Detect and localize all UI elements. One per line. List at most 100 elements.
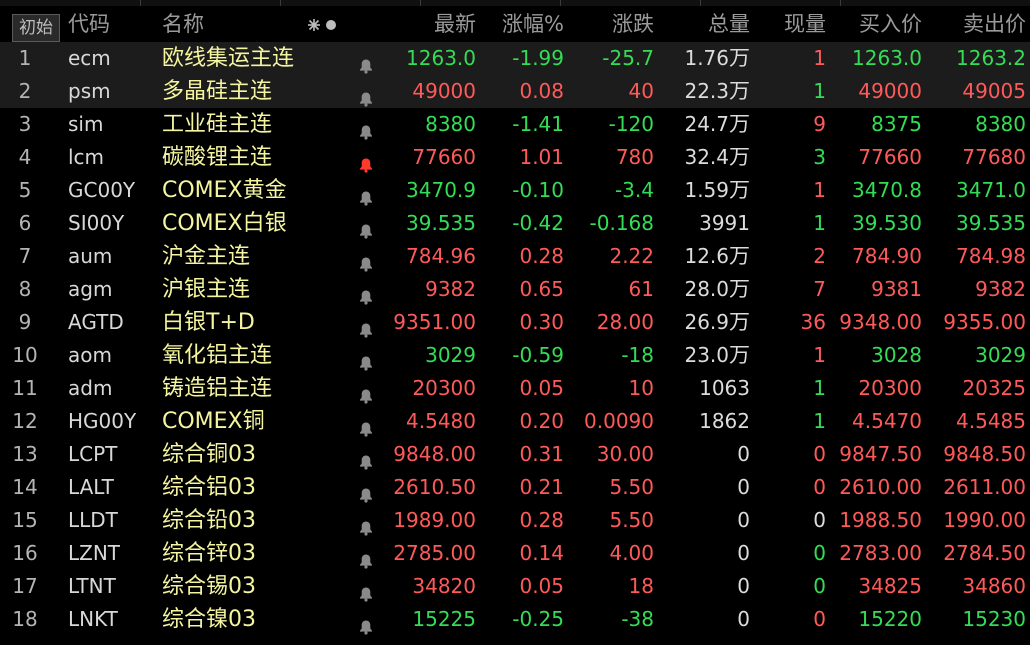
table-row[interactable]: 9 AGTD 白银T+D 9351.00 0.30 28.00 26.9万 36 9348.00… [0,306,1030,339]
last-price: 1263.0 [406,46,476,70]
change-amount: 4.00 [609,541,654,565]
total-volume: 0 [660,570,750,603]
ask-price: 9382 [975,277,1026,301]
ask-price: 3029 [975,343,1026,367]
contract-code: GC00Y [68,178,136,202]
table-row[interactable]: 6 SI00Y COMEX白银 39.535 -0.42 -0.168 3991 1 39.53… [0,207,1030,240]
change-amount: 28.00 [596,310,654,334]
ask-price: 2611.00 [943,475,1026,499]
col-header-cur[interactable]: 现量 [760,6,826,42]
alert-bell-icon[interactable] [358,84,374,107]
contract-code: LALT [68,475,114,499]
current-volume: 0 [813,475,826,499]
last-price: 9848.00 [393,442,476,466]
total-volume: 0 [660,603,750,636]
last-price: 34820 [412,574,476,598]
change-percent: 0.31 [519,442,564,466]
alert-bell-icon[interactable] [358,546,374,569]
table-row[interactable]: 8 agm 沪银主连 9382 0.65 61 28.0万 7 9381 9382 [0,273,1030,306]
alert-bell-icon[interactable] [358,480,374,503]
table-row[interactable]: 13 LCPT 综合铜03 9848.00 0.31 30.00 0 0 9847.50 9848… [0,438,1030,471]
change-amount: 10 [628,376,654,400]
row-index: 6 [18,211,32,235]
table-row[interactable]: 4 lcm 碳酸锂主连 77660 1.01 780 32.4万 3 77660 77680 [0,141,1030,174]
change-percent: -0.10 [512,178,564,202]
row-index: 7 [18,244,32,268]
current-volume: 36 [800,310,826,334]
contract-code: ecm [68,46,111,70]
contract-name: 综合锡03 [162,574,256,599]
last-price: 9382 [425,277,476,301]
table-row[interactable]: 5 GC00Y COMEX黄金 3470.9 -0.10 -3.4 1.59万 1 3470.8… [0,174,1030,207]
col-header-chg[interactable]: 涨跌 [570,6,654,42]
col-header-ask[interactable]: 卖出价 [928,6,1026,42]
alert-bell-icon[interactable] [358,315,374,338]
row-index: 11 [12,376,38,400]
table-row[interactable]: 18 LNKT 综合镍03 15225 -0.25 -38 0 0 15220 15230 [0,603,1030,636]
contract-name: 沪金主连 [162,244,251,269]
last-price: 20300 [412,376,476,400]
row-index: 2 [18,79,32,103]
bid-price: 34825 [858,574,922,598]
table-row[interactable]: 17 LTNT 综合锡03 34820 0.05 18 0 0 34825 34860 [0,570,1030,603]
bid-price: 2610.00 [839,475,922,499]
ask-price: 49005 [962,79,1026,103]
alert-bell-icon[interactable] [358,249,374,272]
table-row[interactable]: 3 sim 工业硅主连 8380 -1.41 -120 24.7万 9 8375 8380 [0,108,1030,141]
ask-price: 20325 [962,376,1026,400]
bid-price: 3470.8 [852,178,922,202]
reset-button[interactable]: 初始 [12,14,60,42]
contract-name: 欧线集运主连 [162,46,295,71]
col-header-last[interactable]: 最新 [380,6,476,42]
alert-bell-icon[interactable] [358,612,374,635]
ask-price: 1263.2 [956,46,1026,70]
contract-name: 白银T+D [162,310,255,335]
table-row[interactable]: 15 LLDT 综合铅03 1989.00 0.28 5.50 0 0 1988.50 1990.… [0,504,1030,537]
col-header-name[interactable]: 名称 [162,6,204,42]
alert-bell-icon[interactable] [358,51,374,74]
table-row[interactable]: 11 adm 铸造铝主连 20300 0.05 10 1063 1 20300 20325 [0,372,1030,405]
col-header-code[interactable]: 代码 [68,6,110,42]
total-volume: 1.76万 [660,42,750,75]
alert-bell-icon[interactable] [358,414,374,437]
row-index: 15 [12,508,38,532]
row-index: 3 [18,112,32,136]
table-row[interactable]: 10 aom 氧化铝主连 3029 -0.59 -18 23.0万 1 3028 3029 [0,339,1030,372]
change-percent: 0.21 [519,475,564,499]
alert-bell-icon[interactable] [358,282,374,305]
alert-bell-icon[interactable] [358,447,374,470]
column-settings-icon[interactable] [306,6,346,42]
alert-bell-icon[interactable] [358,216,374,239]
alert-bell-icon[interactable] [358,579,374,602]
row-index: 12 [12,409,38,433]
change-percent: -0.42 [512,211,564,235]
table-row[interactable]: 2 psm 多晶硅主连 49000 0.08 40 22.3万 1 49000 49005 [0,75,1030,108]
total-volume: 23.0万 [660,339,750,372]
contract-code: LNKT [68,607,118,631]
alert-bell-icon[interactable] [358,117,374,140]
col-header-pct[interactable]: 涨幅% [482,6,564,42]
volume-unit: 万 [729,145,750,169]
bid-price: 3028 [871,343,922,367]
last-price: 4.5480 [406,409,476,433]
last-price: 1989.00 [393,508,476,532]
table-row[interactable]: 12 HG00Y COMEX铜 4.5480 0.20 0.0090 1862 1 4.5470… [0,405,1030,438]
bid-price: 15220 [858,607,922,631]
table-row[interactable]: 14 LALT 综合铝03 2610.50 0.21 5.50 0 0 2610.00 2611.… [0,471,1030,504]
alert-bell-icon[interactable] [358,381,374,404]
col-header-vol[interactable]: 总量 [660,6,750,42]
contract-name: 碳酸锂主连 [162,145,273,170]
alert-bell-icon[interactable] [358,348,374,371]
volume-value: 1063 [699,376,750,400]
table-row[interactable]: 16 LZNT 综合锌03 2785.00 0.14 4.00 0 0 2783.00 2784.… [0,537,1030,570]
current-volume: 0 [813,508,826,532]
alert-bell-icon[interactable] [358,183,374,206]
alert-bell-icon[interactable] [358,513,374,536]
table-row[interactable]: 7 aum 沪金主连 784.96 0.28 2.22 12.6万 2 784.90 784.98 [0,240,1030,273]
change-amount: -38 [621,607,654,631]
last-price: 2785.00 [393,541,476,565]
change-amount: 5.50 [609,475,654,499]
alert-bell-active-icon[interactable] [358,150,374,173]
col-header-bid[interactable]: 买入价 [830,6,922,42]
table-row[interactable]: 1 ecm 欧线集运主连 1263.0 -1.99 -25.7 1.76万 1 1263.0 12… [0,42,1030,75]
